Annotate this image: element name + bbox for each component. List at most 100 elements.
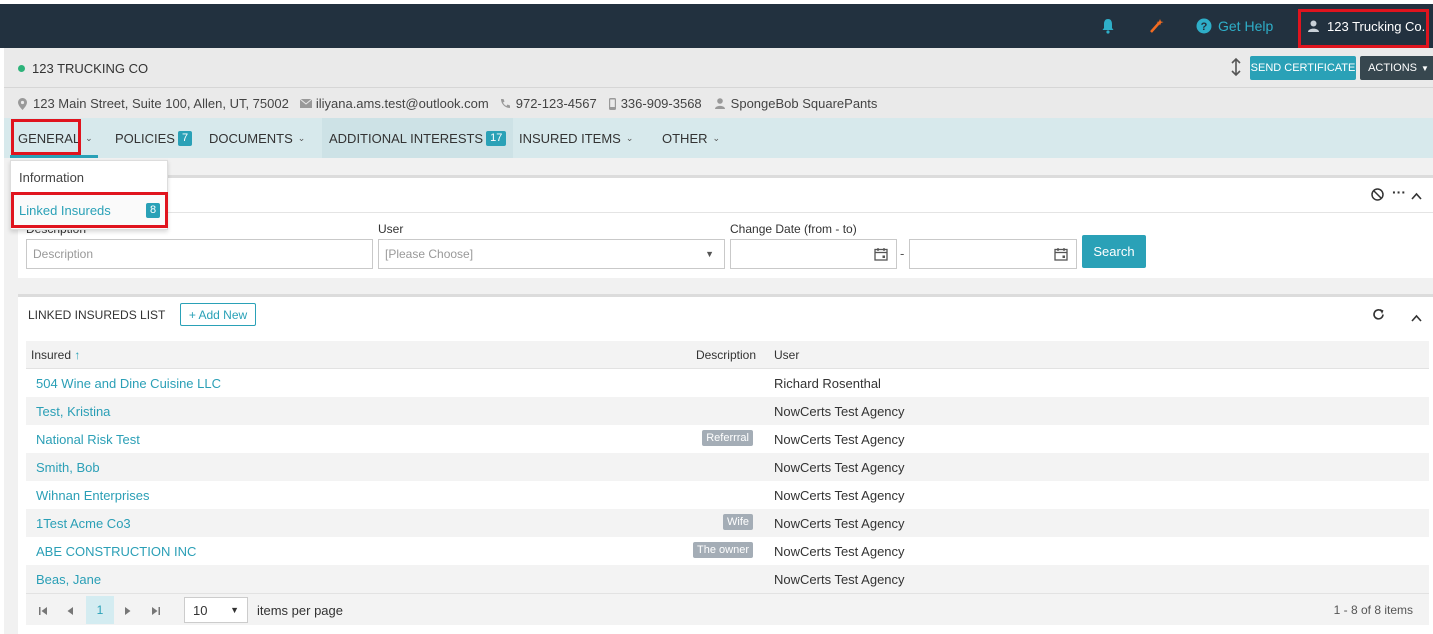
svg-text:?: ? <box>1201 21 1208 33</box>
table-row: Beas, Jane NowCerts Test Agency <box>26 565 1429 593</box>
filter-panel-header <box>18 178 1433 213</box>
actions-label: ACTIONS <box>1368 62 1417 74</box>
collapse-panel-icon[interactable] <box>1411 188 1422 203</box>
date-range-separator: - <box>900 246 905 261</box>
column-header-insured[interactable]: Insured ↑ <box>31 348 80 362</box>
description-filter-placeholder: Description <box>33 247 94 261</box>
first-page-icon[interactable] <box>38 604 48 619</box>
page-size-select[interactable]: 10 ▼ <box>184 597 248 623</box>
table-row: ABE CONSTRUCTION INC The owner NowCerts … <box>26 537 1429 565</box>
user-cell: NowCerts Test Agency <box>774 488 905 503</box>
send-certificate-button[interactable]: SEND CERTIFICATE <box>1250 56 1356 80</box>
tab-other-label: OTHER <box>662 130 708 146</box>
next-page-icon[interactable] <box>124 604 132 619</box>
calendar-icon[interactable] <box>1054 247 1068 261</box>
client-info-bar: 123 TRUCKING CO SEND CERTIFICATE ACTIONS… <box>4 48 1433 88</box>
user-filter-select[interactable]: [Please Choose] ▼ <box>378 239 725 269</box>
insureds-table-header: Insured ↑ Description User <box>26 341 1429 369</box>
sort-ascending-icon: ↑ <box>74 348 81 362</box>
insured-name-link[interactable]: National Risk Test <box>36 432 140 447</box>
map-marker-icon <box>18 97 27 110</box>
client-mobile[interactable]: 336-909-3568 <box>621 96 702 111</box>
items-per-page-label: items per page <box>257 603 343 618</box>
insured-name-link[interactable]: 504 Wine and Dine Cuisine LLC <box>36 376 221 391</box>
description-badge: Wife <box>723 514 753 530</box>
get-help-link[interactable]: ? Get Help <box>1196 4 1273 48</box>
additional-interests-count-badge: 17 <box>486 130 507 146</box>
table-row: Wihnan Enterprises NowCerts Test Agency <box>26 481 1429 509</box>
general-dropdown-menu: Information Linked Insureds 8 <box>10 160 168 230</box>
date-from-input[interactable] <box>730 239 897 269</box>
tab-policies[interactable]: POLICIES 7 <box>115 118 193 158</box>
company-account-menu[interactable]: 123 Trucking Co. <box>1308 4 1425 48</box>
insured-name-link[interactable]: Test, Kristina <box>36 404 110 419</box>
insured-name-link[interactable]: 1Test Acme Co3 <box>36 516 131 531</box>
tab-other[interactable]: OTHER ⌄ <box>662 118 720 158</box>
chevron-down-icon: ⌄ <box>712 132 721 143</box>
menu-item-linked-insureds[interactable]: Linked Insureds 8 <box>11 195 167 229</box>
top-navigation-bar: ? Get Help 123 Trucking Co. <box>0 4 1433 48</box>
envelope-icon <box>299 99 312 108</box>
table-row: 504 Wine and Dine Cuisine LLC Richard Ro… <box>26 369 1429 397</box>
chevron-down-icon: ⌄ <box>297 132 306 143</box>
table-row: 1Test Acme Co3 Wife NowCerts Test Agency <box>26 509 1429 537</box>
refresh-icon[interactable] <box>1372 308 1385 324</box>
tab-additional-interests[interactable]: ADDITIONAL INTERESTS 17 <box>322 118 514 158</box>
tab-general-label: GENERAL <box>18 130 81 146</box>
client-contact-bar: 123 Main Street, Suite 100, Allen, UT, 7… <box>4 88 1433 118</box>
dropdown-arrow-icon: ▼ <box>230 605 239 615</box>
pager-summary: 1 - 8 of 8 items <box>1333 603 1413 617</box>
user-icon <box>1308 20 1319 32</box>
previous-page-icon[interactable] <box>66 604 74 619</box>
column-header-user[interactable]: User <box>774 348 799 362</box>
insured-name-link[interactable]: Wihnan Enterprises <box>36 488 149 503</box>
help-icon: ? <box>1196 18 1212 34</box>
change-date-filter-label: Change Date (from - to) <box>730 222 857 236</box>
tab-documents[interactable]: DOCUMENTS ⌄ <box>209 118 305 158</box>
user-cell: NowCerts Test Agency <box>774 460 905 475</box>
notifications-bell-icon[interactable] <box>1101 4 1115 48</box>
list-title: LINKED INSUREDS LIST <box>28 308 166 322</box>
add-new-button[interactable]: + Add New <box>180 303 256 326</box>
company-name-label: 123 Trucking Co. <box>1327 18 1426 34</box>
more-options-icon[interactable]: ··· <box>1392 184 1406 200</box>
tab-general[interactable]: GENERAL ⌄ <box>18 118 93 158</box>
policies-count-badge: 7 <box>177 130 193 146</box>
current-page-button[interactable]: 1 <box>86 596 114 624</box>
actions-button[interactable]: ACTIONS ▼ <box>1360 56 1433 80</box>
calendar-icon[interactable] <box>874 247 888 261</box>
table-pager: 1 10 ▼ items per page 1 - 8 of 8 items <box>26 593 1429 625</box>
user-icon <box>714 98 725 109</box>
menu-item-information[interactable]: Information <box>19 170 84 185</box>
menu-divider <box>11 193 167 194</box>
client-name: 123 TRUCKING CO <box>32 61 149 76</box>
magic-wand-icon[interactable] <box>1148 4 1164 48</box>
status-dot <box>18 65 25 72</box>
table-row: Smith, Bob NowCerts Test Agency <box>26 453 1429 481</box>
expand-collapse-icon[interactable] <box>1230 57 1244 77</box>
table-row: Test, Kristina NowCerts Test Agency <box>26 397 1429 425</box>
search-button[interactable]: Search <box>1082 235 1146 268</box>
chevron-down-icon: ⌄ <box>85 132 93 143</box>
column-header-description[interactable]: Description <box>696 348 756 362</box>
description-badge: The owner <box>693 542 753 558</box>
tab-additional-interests-label: ADDITIONAL INTERESTS <box>329 130 484 146</box>
linked-insureds-label: Linked Insureds <box>19 203 111 218</box>
client-phone[interactable]: 972-123-4567 <box>516 96 597 111</box>
client-email[interactable]: iliyana.ams.test@outlook.com <box>316 96 489 111</box>
insured-name-link[interactable]: Beas, Jane <box>36 572 101 587</box>
tab-insured-items-label: INSURED ITEMS <box>519 130 621 146</box>
chevron-down-icon: ⌄ <box>625 132 634 143</box>
user-cell: NowCerts Test Agency <box>774 404 905 419</box>
insured-name-link[interactable]: ABE CONSTRUCTION INC <box>36 544 196 559</box>
insured-name-link[interactable]: Smith, Bob <box>36 460 100 475</box>
description-filter-input[interactable]: Description <box>26 239 373 269</box>
get-help-label: Get Help <box>1218 18 1274 34</box>
tab-policies-label: POLICIES <box>115 130 175 146</box>
last-page-icon[interactable] <box>151 604 161 619</box>
collapse-panel-icon[interactable] <box>1411 310 1422 325</box>
date-to-input[interactable] <box>909 239 1077 269</box>
tab-insured-items[interactable]: INSURED ITEMS ⌄ <box>519 118 633 158</box>
cancel-icon[interactable] <box>1371 188 1384 204</box>
user-filter-placeholder: [Please Choose] <box>385 247 474 261</box>
